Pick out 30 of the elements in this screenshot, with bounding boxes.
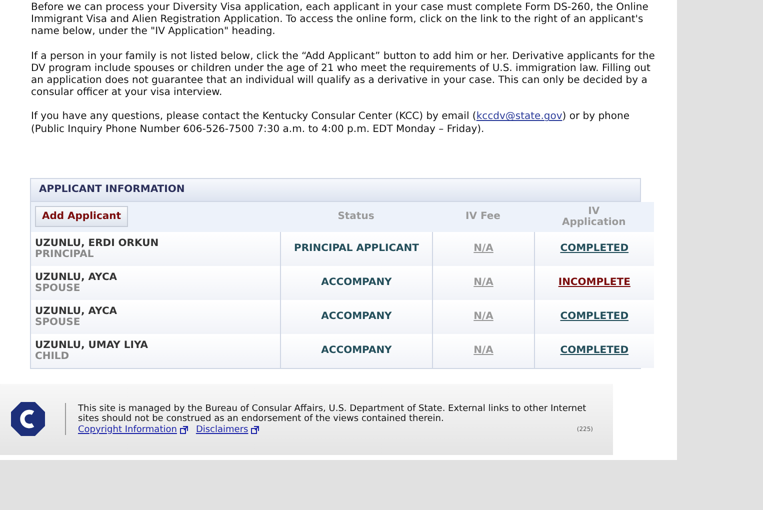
email-link[interactable]: kccdv@state.gov	[476, 111, 562, 122]
paragraph: Before we can process your Diversity Visa application, each applicant in your case must complete Form DS-260, the Online Immigrant Visa and Alien Registration Application. To access the online form, click on the link to the right of an applicant's name below, under the "IV Application" heading.	[31, 2, 650, 39]
add-applicant-button[interactable]: Add Applicant	[35, 206, 128, 228]
external-link-icon	[180, 426, 188, 434]
applicant-name: UZUNLU, AYCA	[35, 272, 118, 283]
column-header: Status	[280, 202, 432, 232]
status-text: ACCOMPANY	[321, 311, 392, 322]
iv-application-link[interactable]: COMPLETED	[560, 243, 629, 254]
external-link-icon	[251, 426, 260, 434]
seal-logo-icon	[10, 401, 46, 438]
footer-link[interactable]: Copyright Information	[78, 424, 188, 436]
iv-application-link[interactable]: COMPLETED	[560, 345, 629, 356]
applicant-role: PRINCIPAL	[35, 248, 94, 260]
paragraph: If a person in your family is not listed below, click the “Add Applicant” button to add him or her. Derivative applicants for the DV program include spouses or children under the age of 21 who meet the requirements of U.S. immigration law. Filling out an application does not guarantee that an individual will qualify as a derivative in your case. This can only be decided by a consular officer at your visa interview.	[31, 50, 656, 100]
status-text: ACCOMPANY	[321, 277, 392, 288]
column-header: IV Application	[534, 202, 654, 232]
applicant-name: UZUNLU, ERDI ORKUN	[35, 238, 159, 249]
footer-link[interactable]: Disclaimers	[196, 424, 260, 436]
paragraph: If you have any questions, please contact the Kentucky Consular Center (KCC) by email (kccdv@state.gov) or by phone (Public Inquiry Phone Number 606-526-7500 7:30 a.m. to 4:00 p.m. EDT Monday – Friday).	[31, 111, 630, 136]
status-text: PRINCIPAL APPLICANT	[294, 243, 419, 254]
applicant-role: SPOUSE	[35, 282, 80, 294]
table-title: APPLICANT INFORMATION	[31, 178, 640, 202]
applicant-role: SPOUSE	[35, 316, 80, 328]
applicant-name: UZUNLU, AYCA	[35, 306, 118, 317]
footer-text: This site is managed by the Bureau of Consular Affairs, U.S. Department of State. External links to other Internet sites should not be construed as an endorsement of the views contained therein.	[78, 404, 588, 425]
column-header: IV Fee	[432, 202, 534, 232]
applicant-name: UZUNLU, UMAY LIYA	[35, 340, 148, 351]
applicant-role: CHILD	[35, 350, 70, 362]
iv-application-link[interactable]: COMPLETED	[560, 311, 629, 322]
status-text: ACCOMPANY	[321, 345, 392, 356]
